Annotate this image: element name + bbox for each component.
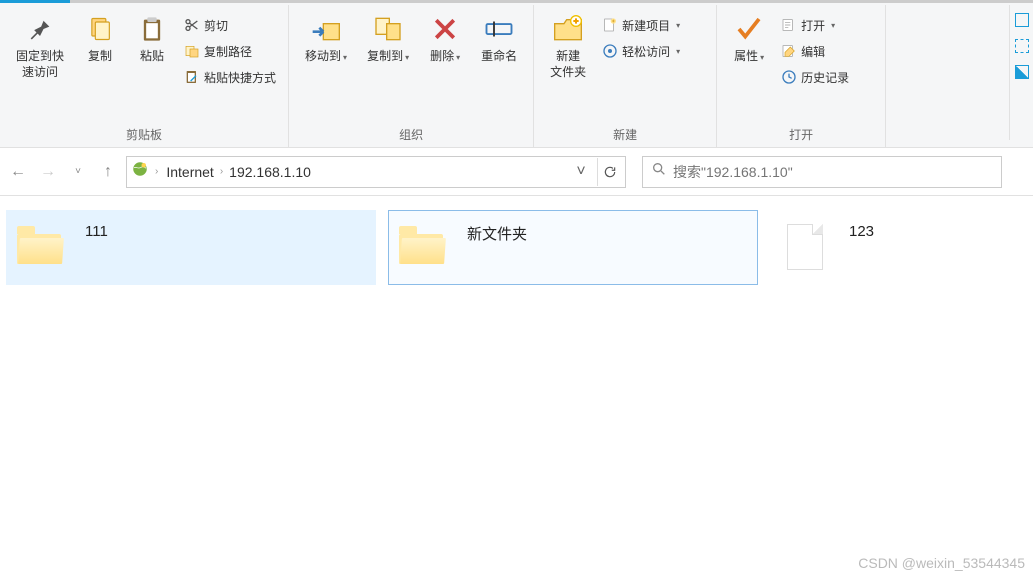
- back-button[interactable]: ←: [6, 160, 30, 184]
- breadcrumb: Internet › 192.168.1.10: [164, 162, 565, 182]
- copy-path-icon: [184, 43, 200, 59]
- forward-button[interactable]: →: [36, 160, 60, 184]
- search-input[interactable]: [673, 164, 993, 180]
- recent-locations-button[interactable]: ˅: [66, 160, 90, 184]
- pin-button[interactable]: 固定到快 速访问: [8, 9, 72, 84]
- up-button[interactable]: ↑: [96, 160, 120, 184]
- rename-button[interactable]: 重命名: [473, 9, 525, 69]
- file-name: 新文件夹: [467, 223, 527, 244]
- select-none-icon[interactable]: [1015, 39, 1029, 53]
- navigation-bar: ← → ˅ ↑ › Internet › 192.168.1.10 ˅: [0, 148, 1033, 196]
- address-bar[interactable]: › Internet › 192.168.1.10 ˅: [126, 156, 626, 188]
- file-item[interactable]: 123: [770, 210, 1010, 285]
- new-folder-button[interactable]: 新建 文件夹: [542, 9, 594, 84]
- group-label-organize: 组织: [399, 124, 423, 145]
- delete-icon: [429, 13, 461, 45]
- file-name: 111: [85, 223, 108, 240]
- delete-button[interactable]: 删除: [421, 9, 469, 69]
- folder-icon: [399, 224, 447, 272]
- search-icon: [651, 161, 667, 182]
- pin-icon: [24, 13, 56, 45]
- open-button[interactable]: 打开: [777, 13, 877, 37]
- ribbon: 固定到快 速访问 复制 粘贴 剪切: [0, 0, 1033, 148]
- copy-path-button[interactable]: 复制路径: [180, 39, 280, 63]
- copy-to-button[interactable]: 复制到: [359, 9, 417, 69]
- search-box[interactable]: [642, 156, 1002, 188]
- ribbon-group-open: 属性 打开 编辑: [717, 5, 886, 147]
- new-item-icon: [602, 17, 618, 33]
- edit-icon: [781, 43, 797, 59]
- file-name: 123: [849, 223, 874, 240]
- edit-button[interactable]: 编辑: [777, 39, 877, 63]
- paste-button[interactable]: 粘贴: [128, 9, 176, 69]
- new-folder-icon: [552, 13, 584, 45]
- ribbon-group-new: 新建 文件夹 新建项目 轻松访问 新建: [534, 5, 717, 147]
- open-icon: [781, 17, 797, 33]
- copy-to-icon: [372, 13, 404, 45]
- move-to-icon: [310, 13, 342, 45]
- easy-access-button[interactable]: 轻松访问: [598, 39, 708, 63]
- paste-icon: [136, 13, 168, 45]
- select-all-icon[interactable]: [1015, 13, 1029, 27]
- refresh-button[interactable]: [597, 158, 621, 186]
- chevron-right-icon[interactable]: ›: [153, 166, 160, 177]
- file-icon: [781, 224, 829, 272]
- copy-button[interactable]: 复制: [76, 9, 124, 69]
- file-list: 111 新文件夹 123: [0, 196, 1033, 299]
- invert-selection-icon[interactable]: [1015, 65, 1029, 79]
- rename-icon: [483, 13, 515, 45]
- move-to-button[interactable]: 移动到: [297, 9, 355, 69]
- easy-access-icon: [602, 43, 618, 59]
- properties-icon: [733, 13, 765, 45]
- address-dropdown-button[interactable]: ˅: [569, 158, 593, 186]
- copy-icon: [84, 13, 116, 45]
- scissors-icon: [184, 17, 200, 33]
- ribbon-group-organize: 移动到 复制到 删除 重命名 组织: [289, 5, 534, 147]
- folder-item[interactable]: 111: [6, 210, 376, 285]
- group-label-new: 新建: [613, 124, 637, 145]
- paste-shortcut-icon: [184, 69, 200, 85]
- cut-button[interactable]: 剪切: [180, 13, 280, 37]
- new-item-button[interactable]: 新建项目: [598, 13, 708, 37]
- folder-item[interactable]: 新文件夹: [388, 210, 758, 285]
- ribbon-overflow: [1009, 5, 1033, 140]
- folder-icon: [17, 224, 65, 272]
- group-label-clipboard: 剪贴板: [126, 124, 162, 145]
- history-button[interactable]: 历史记录: [777, 65, 877, 89]
- breadcrumb-item[interactable]: 192.168.1.10: [227, 162, 313, 182]
- properties-button[interactable]: 属性: [725, 9, 773, 69]
- group-label-open: 打开: [789, 124, 813, 145]
- location-icon: [131, 160, 149, 183]
- ribbon-group-clipboard: 固定到快 速访问 复制 粘贴 剪切: [0, 5, 289, 147]
- watermark: CSDN @weixin_53544345: [858, 555, 1025, 571]
- chevron-right-icon[interactable]: ›: [218, 166, 225, 177]
- paste-shortcut-button[interactable]: 粘贴快捷方式: [180, 65, 280, 89]
- history-icon: [781, 69, 797, 85]
- breadcrumb-item[interactable]: Internet: [164, 162, 215, 182]
